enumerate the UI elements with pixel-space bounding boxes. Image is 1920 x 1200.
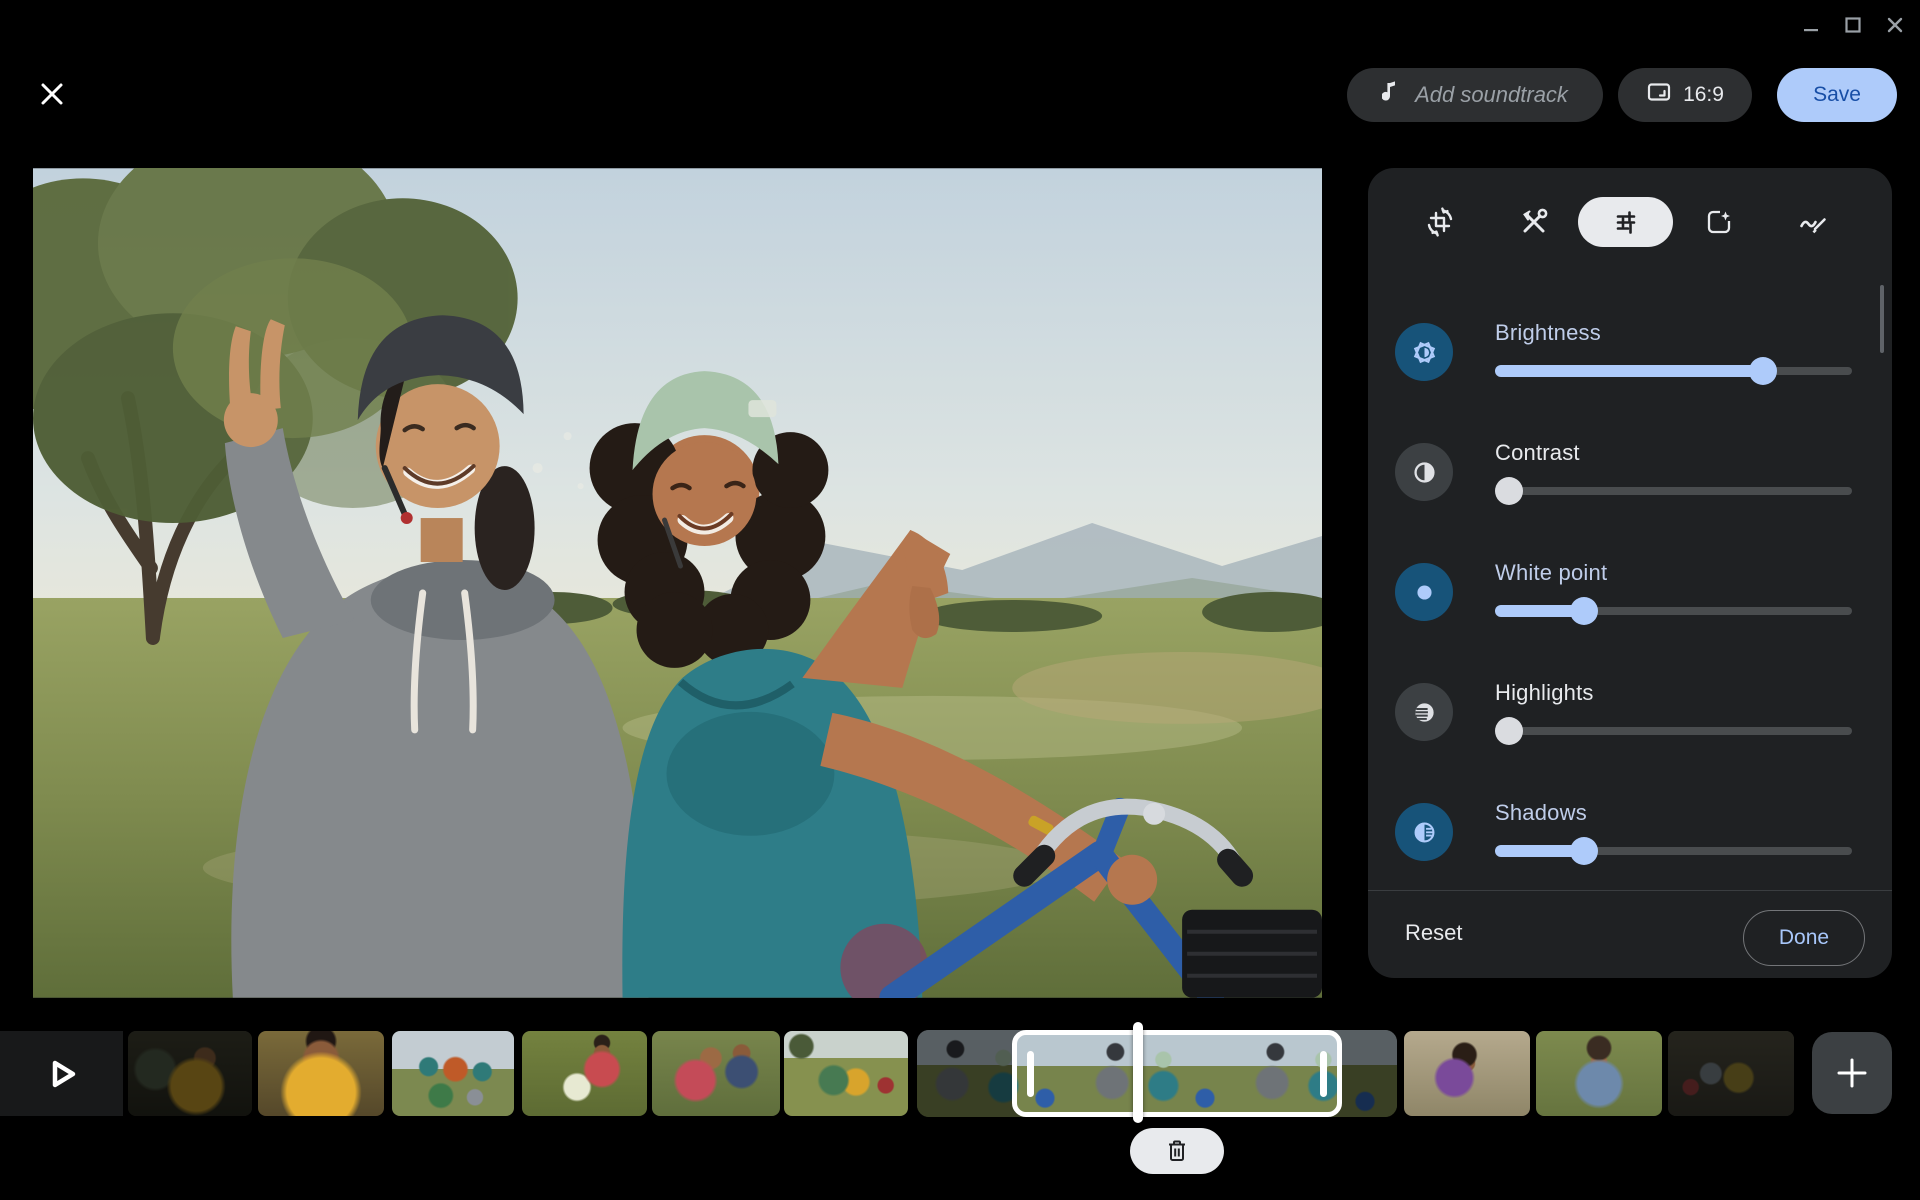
close-editor-button[interactable] <box>30 72 74 116</box>
timeline-clip[interactable] <box>1404 1031 1530 1116</box>
slider-fill <box>1495 365 1763 377</box>
contrast-slider-track[interactable] <box>1495 487 1852 495</box>
music-note-icon <box>1382 80 1402 110</box>
add-clip-button[interactable] <box>1812 1032 1892 1114</box>
maximize-icon[interactable] <box>1836 8 1870 42</box>
delete-clip-button[interactable] <box>1130 1128 1224 1174</box>
tools-icon <box>1519 207 1549 237</box>
plus-icon <box>1834 1055 1870 1091</box>
white-point-slider-thumb[interactable] <box>1570 597 1598 625</box>
minimize-icon[interactable] <box>1794 8 1828 42</box>
aspect-ratio-label: 16:9 <box>1683 83 1724 107</box>
timeline-clip[interactable] <box>258 1031 384 1116</box>
panel-scrollbar[interactable] <box>1880 285 1884 353</box>
aspect-ratio-button[interactable]: 16:9 <box>1618 68 1752 122</box>
add-soundtrack-button[interactable]: Add soundtrack <box>1347 68 1603 122</box>
photo-filter-icon <box>1704 207 1734 237</box>
crop-rotate-icon <box>1425 207 1455 237</box>
adjustments-panel: Brightness Contrast White point <box>1368 168 1892 978</box>
done-button[interactable]: Done <box>1743 910 1865 966</box>
tune-icon <box>1611 207 1641 237</box>
contrast-slider-row: Contrast <box>1395 443 1865 507</box>
selected-clip[interactable] <box>917 1030 1397 1117</box>
timeline-clip[interactable] <box>1536 1031 1662 1116</box>
tab-filters[interactable] <box>1696 199 1742 245</box>
tab-adjust[interactable] <box>1578 197 1673 247</box>
shadows-slider-thumb[interactable] <box>1570 837 1598 865</box>
tab-crop-rotate[interactable] <box>1417 199 1463 245</box>
video-preview <box>33 168 1322 998</box>
highlights-slider-track[interactable] <box>1495 727 1852 735</box>
play-button[interactable] <box>0 1031 123 1116</box>
timeline-clip[interactable] <box>522 1031 647 1116</box>
timeline-clip[interactable] <box>784 1031 908 1116</box>
markup-pen-icon <box>1798 207 1828 237</box>
play-icon <box>45 1057 79 1091</box>
timeline-clip[interactable] <box>392 1031 514 1116</box>
brightness-slider-thumb[interactable] <box>1749 357 1777 385</box>
adjustment-label: Contrast <box>1495 440 1580 466</box>
timeline-clip[interactable] <box>1668 1031 1794 1116</box>
shadows-slider-row: Shadows <box>1395 803 1865 867</box>
highlights-icon[interactable] <box>1395 683 1453 741</box>
adjustment-label: Highlights <box>1495 680 1594 706</box>
add-soundtrack-label: Add soundtrack <box>1415 82 1568 108</box>
tab-markup[interactable] <box>1790 199 1836 245</box>
highlights-slider-thumb[interactable] <box>1495 717 1523 745</box>
timeline-clip[interactable] <box>652 1031 780 1116</box>
adjustment-label: White point <box>1495 560 1607 586</box>
highlights-slider-row: Highlights <box>1395 683 1865 747</box>
adjustment-label: Shadows <box>1495 800 1587 826</box>
contrast-slider-thumb[interactable] <box>1495 477 1523 505</box>
white-point-slider-row: White point <box>1395 563 1865 627</box>
timeline <box>0 1031 1920 1116</box>
preview-illustration <box>33 168 1322 998</box>
brightness-icon[interactable] <box>1395 323 1453 381</box>
trim-handle-left[interactable] <box>1027 1051 1034 1097</box>
reset-button[interactable]: Reset <box>1405 920 1462 946</box>
aspect-ratio-icon <box>1646 79 1672 111</box>
playhead[interactable] <box>1133 1022 1143 1123</box>
panel-footer-divider <box>1368 890 1892 891</box>
trim-handle-right[interactable] <box>1320 1051 1327 1097</box>
tab-tools[interactable] <box>1511 199 1557 245</box>
white-point-icon[interactable] <box>1395 563 1453 621</box>
close-window-icon[interactable] <box>1878 8 1912 42</box>
trash-icon <box>1166 1139 1188 1163</box>
contrast-icon[interactable] <box>1395 443 1453 501</box>
shadows-icon[interactable] <box>1395 803 1453 861</box>
trim-selection[interactable] <box>1012 1030 1342 1117</box>
video-editor-window: Add soundtrack 16:9 Save <box>0 0 1920 1200</box>
timeline-clip[interactable] <box>128 1031 252 1116</box>
brightness-slider-row: Brightness <box>1395 323 1865 387</box>
save-button[interactable]: Save <box>1777 68 1897 122</box>
adjustment-label: Brightness <box>1495 320 1601 346</box>
